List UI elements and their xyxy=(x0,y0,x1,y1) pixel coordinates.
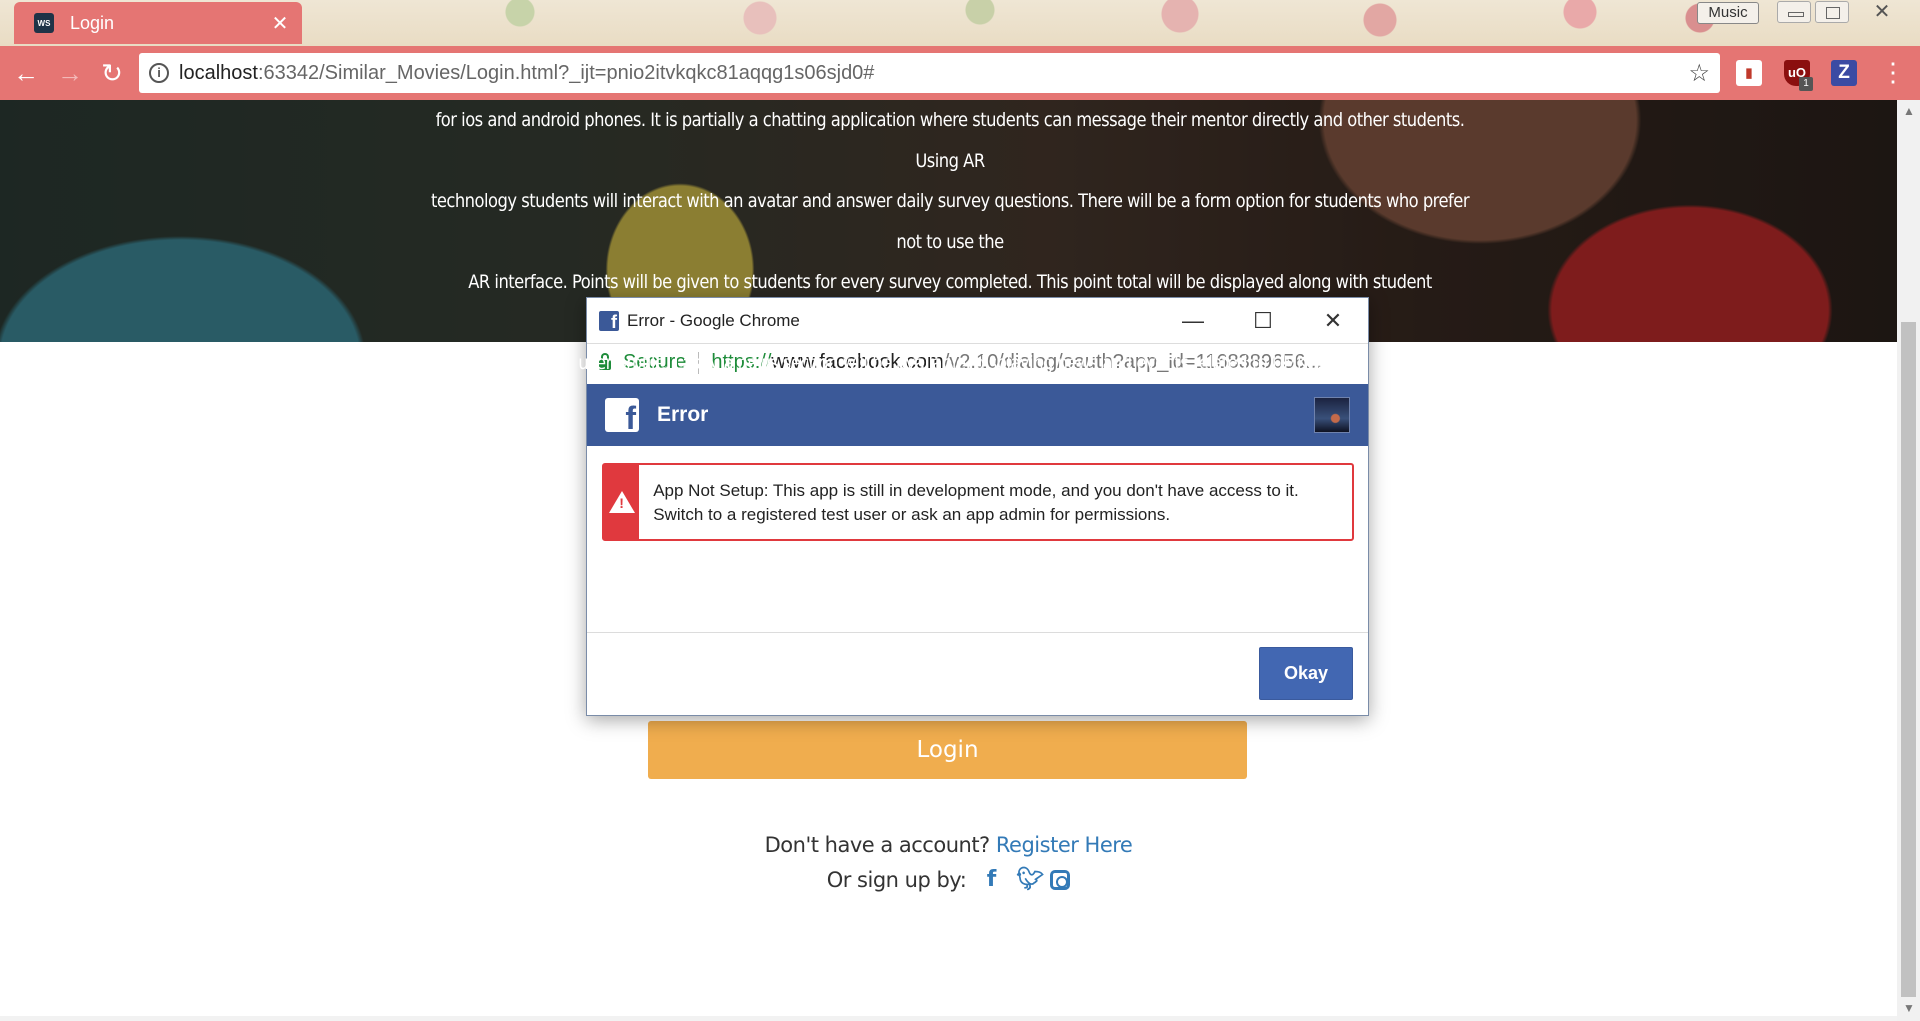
bookmark-star-icon[interactable]: ☆ xyxy=(1688,59,1710,88)
reload-icon[interactable]: ↻ xyxy=(94,56,130,92)
webstorm-favicon-icon: WS xyxy=(34,13,54,33)
register-link[interactable]: Register Here xyxy=(996,833,1133,857)
scroll-down-icon[interactable]: ▼ xyxy=(1903,1001,1915,1015)
back-arrow-icon[interactable]: ← xyxy=(8,56,44,92)
social-signup: Or sign up by: f 🐦︎ xyxy=(0,867,1897,892)
okay-button[interactable]: Okay xyxy=(1259,647,1353,700)
bottom-edge xyxy=(0,1016,1897,1021)
hero-line: for ios and android phones. It is partia… xyxy=(435,109,1465,172)
window-minimize-button[interactable] xyxy=(1777,1,1811,23)
hero-description: for ios and android phones. It is partia… xyxy=(425,100,1474,384)
scrollbar-thumb[interactable] xyxy=(1901,322,1916,997)
error-icon-cell: ! xyxy=(604,465,640,539)
signup-prompt-text: Or sign up by: xyxy=(826,867,967,892)
facebook-logo-icon: f xyxy=(605,398,639,432)
tab-close-icon[interactable]: ✕ xyxy=(270,11,290,36)
hero-line: user profile. Lastly a news section will… xyxy=(578,352,1322,374)
tab-title: Login xyxy=(70,12,115,33)
hero-line: AR interface. Points will be given to st… xyxy=(468,271,1432,334)
extension-bookmark-icon[interactable]: ▮ xyxy=(1736,60,1762,86)
hero-banner: for ios and android phones. It is partia… xyxy=(0,100,1897,374)
forward-arrow-icon[interactable]: → xyxy=(52,56,88,92)
warning-icon: ! xyxy=(608,491,635,513)
browser-tab-login[interactable]: WS Login ✕ xyxy=(14,2,302,44)
browser-toolbar: ← → ↻ i localhost:63342/Similar_Movies/L… xyxy=(0,46,1920,100)
browser-menu-icon[interactable]: ⋮ xyxy=(1880,59,1906,86)
window-restore-button[interactable] xyxy=(1815,1,1849,23)
twitter-icon[interactable]: 🐦︎ xyxy=(1016,867,1044,892)
instagram-icon[interactable] xyxy=(1050,869,1071,890)
window-close-button[interactable]: ✕ xyxy=(1865,1,1899,23)
error-message-box: ! App Not Setup: This app is still in de… xyxy=(602,463,1354,541)
footer-divider xyxy=(587,632,1368,633)
extension-badge: 1 xyxy=(1799,77,1813,91)
address-url-host: localhost xyxy=(179,61,258,84)
app-avatar xyxy=(1314,397,1350,433)
login-button[interactable]: Login xyxy=(648,721,1247,779)
z-extension-icon[interactable]: Z xyxy=(1831,60,1857,86)
hero-line: technology students will interact with a… xyxy=(430,190,1470,253)
register-prompt: Don't have a account? Register Here xyxy=(0,833,1897,857)
dialog-title: Error xyxy=(657,403,709,426)
register-prompt-text: Don't have a account? xyxy=(764,833,991,857)
facebook-dialog-header: f Error xyxy=(587,384,1368,446)
music-button[interactable]: Music xyxy=(1697,2,1759,24)
error-message: App Not Setup: This app is still in deve… xyxy=(653,481,1299,524)
browser-titlebar: WS Login ✕ Music ✕ xyxy=(0,0,1920,46)
page-scrollbar[interactable]: ▲ ▼ xyxy=(1897,100,1920,1021)
address-url-path: :63342/Similar_Movies/Login.html?_ijt=pn… xyxy=(257,61,875,84)
scroll-up-icon[interactable]: ▲ xyxy=(1903,104,1915,118)
facebook-icon[interactable]: f xyxy=(980,867,1002,892)
site-info-icon[interactable]: i xyxy=(149,63,169,83)
address-bar[interactable]: i localhost:63342/Similar_Movies/Login.h… xyxy=(139,53,1720,93)
